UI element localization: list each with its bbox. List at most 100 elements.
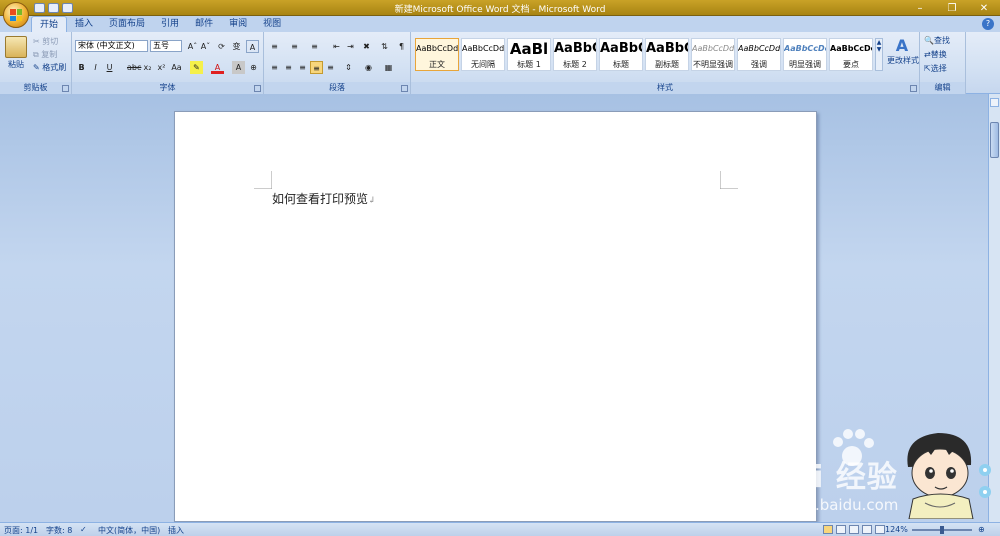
- font-color-icon[interactable]: A: [211, 61, 224, 74]
- shrink-font-icon[interactable]: Aˇ: [199, 40, 212, 53]
- find-icon: 🔍: [924, 36, 934, 45]
- style-heading-1[interactable]: AaBl 标题 1: [507, 38, 551, 71]
- align-right-icon[interactable]: ≡: [296, 61, 309, 74]
- bold-icon[interactable]: B: [75, 61, 88, 74]
- full-screen-reading-icon[interactable]: [836, 525, 846, 534]
- highlight-icon[interactable]: ✎: [190, 61, 203, 74]
- char-border-icon[interactable]: A: [246, 40, 259, 53]
- document-text[interactable]: 如何查看打印预览↲: [272, 190, 376, 207]
- tab-home[interactable]: 开始: [31, 16, 68, 32]
- justify-icon[interactable]: ≡: [310, 61, 323, 74]
- style-emphasis[interactable]: AaBbCcDd 强调: [737, 38, 781, 71]
- tab-references[interactable]: 引用: [153, 16, 187, 32]
- paste-button[interactable]: 粘贴: [8, 59, 24, 70]
- document-page[interactable]: 如何查看打印预览↲: [174, 111, 817, 522]
- styles-launcher-icon[interactable]: [910, 85, 917, 92]
- zoom-slider-thumb[interactable]: [940, 526, 944, 534]
- page-count[interactable]: 页面: 1/1: [4, 525, 38, 536]
- language-indicator[interactable]: 中文(简体，中国): [98, 525, 160, 536]
- minimize-icon[interactable]: –: [904, 0, 936, 16]
- paragraph-launcher-icon[interactable]: [401, 85, 408, 92]
- clear-format-icon[interactable]: ⟳: [215, 40, 228, 53]
- borders-icon[interactable]: ▦: [382, 61, 395, 74]
- proofing-icon[interactable]: ✓: [80, 525, 87, 534]
- enclose-char-icon[interactable]: ⊕: [247, 61, 260, 74]
- replace-button[interactable]: ⇄替换: [924, 49, 947, 60]
- line-spacing-icon[interactable]: ⇕: [342, 61, 355, 74]
- paragraph-mark-icon: ↲: [368, 196, 376, 206]
- style-intense-emphasis[interactable]: AaBbCcDc 明显强调: [783, 38, 827, 71]
- distribute-icon[interactable]: ≡: [324, 61, 337, 74]
- office-button-icon[interactable]: [3, 2, 29, 28]
- char-shading-icon[interactable]: A: [232, 61, 245, 74]
- phonetic-guide-icon[interactable]: 变: [230, 40, 243, 53]
- font-name-select[interactable]: 宋体 (中文正文): [75, 40, 148, 52]
- maximize-icon[interactable]: ❐: [936, 0, 968, 16]
- change-case-icon[interactable]: Aa: [170, 61, 183, 74]
- style-heading-2[interactable]: AaBbC标题 2: [553, 38, 597, 71]
- cut-button[interactable]: ✂ 剪切: [33, 36, 58, 47]
- numbering-icon[interactable]: ≡: [288, 40, 301, 53]
- status-bar: 页面: 1/1 字数: 8 ✓ 中文(简体，中国) 插入 124% ⊕: [0, 522, 1000, 536]
- styles-scroll-icon[interactable]: ▲ ▼: [875, 38, 883, 71]
- style-subtle-emphasis[interactable]: AaBbCcDd 不明显强调: [691, 38, 735, 71]
- select-button[interactable]: ⇱选择: [924, 63, 947, 74]
- copy-button[interactable]: ⧉ 复制: [33, 49, 57, 60]
- web-layout-icon[interactable]: [849, 525, 859, 534]
- style-strong[interactable]: AaBbCcDc 要点: [829, 38, 873, 71]
- close-icon[interactable]: ✕: [968, 0, 1000, 16]
- ribbon-tabs-bar: 开始 插入 页面布局 引用 邮件 审阅 视图 ?: [0, 16, 1000, 32]
- change-styles-icon: A: [895, 36, 909, 55]
- styles-group-label: 样式: [411, 82, 919, 94]
- clipboard-group: 粘贴 ✂ 剪切 ⧉ 复制 ✎ 格式刷 剪贴板: [0, 32, 72, 94]
- change-styles-button[interactable]: A 更改样式: [887, 36, 919, 66]
- title-bar: 新建Microsoft Office Word 文档 - Microsoft W…: [0, 0, 1000, 16]
- grow-font-icon[interactable]: Aˆ: [186, 40, 199, 53]
- editing-group-label: 编辑: [920, 82, 965, 94]
- sort-icon[interactable]: ⇅: [378, 40, 391, 53]
- underline-icon[interactable]: U: [103, 61, 116, 74]
- style-normal[interactable]: AaBbCcDd 正文: [415, 38, 459, 71]
- print-layout-view-icon[interactable]: [823, 525, 833, 534]
- subscript-icon[interactable]: x₂: [141, 61, 154, 74]
- multilevel-list-icon[interactable]: ≡: [308, 40, 321, 53]
- ruler-toggle-icon[interactable]: [990, 98, 999, 107]
- outline-view-icon[interactable]: [862, 525, 872, 534]
- word-count[interactable]: 字数: 8: [46, 525, 72, 536]
- tab-view[interactable]: 视图: [255, 16, 289, 32]
- style-no-spacing[interactable]: AaBbCcDd 无间隔: [461, 38, 505, 71]
- find-button[interactable]: 🔍查找: [924, 35, 950, 46]
- format-painter-button[interactable]: ✎ 格式刷: [33, 62, 66, 73]
- font-launcher-icon[interactable]: [254, 85, 261, 92]
- align-center-icon[interactable]: ≡: [282, 61, 295, 74]
- paste-icon[interactable]: [5, 36, 27, 58]
- zoom-in-icon[interactable]: ⊕: [978, 525, 985, 534]
- decrease-indent-icon[interactable]: ⇤: [330, 40, 343, 53]
- insert-mode[interactable]: 插入: [168, 525, 184, 536]
- strikethrough-icon[interactable]: abc: [127, 61, 141, 74]
- help-icon[interactable]: ?: [982, 18, 994, 30]
- font-group: 宋体 (中文正文) 五号 Aˆ Aˇ ⟳ 变 A B I U abc x₂ x²…: [72, 32, 264, 94]
- clipboard-launcher-icon[interactable]: [62, 85, 69, 92]
- superscript-icon[interactable]: x²: [155, 61, 168, 74]
- style-title[interactable]: AaBbC标题: [599, 38, 643, 71]
- margin-corner-top-left: [254, 171, 272, 189]
- tab-mailings[interactable]: 邮件: [187, 16, 221, 32]
- scrollbar-thumb[interactable]: [990, 122, 999, 158]
- tab-review[interactable]: 审阅: [221, 16, 255, 32]
- italic-icon[interactable]: I: [89, 61, 102, 74]
- draft-view-icon[interactable]: [875, 525, 885, 534]
- show-marks-icon[interactable]: ¶: [395, 40, 408, 53]
- chinese-layout-icon[interactable]: ✖: [360, 40, 373, 53]
- font-group-label: 字体: [72, 82, 263, 94]
- tab-page-layout[interactable]: 页面布局: [101, 16, 153, 32]
- window-title: 新建Microsoft Office Word 文档 - Microsoft W…: [394, 5, 606, 15]
- zoom-level[interactable]: 124%: [885, 525, 908, 534]
- shading-icon[interactable]: ◉: [362, 61, 375, 74]
- style-subtitle[interactable]: AaBbC副标题: [645, 38, 689, 71]
- bullets-icon[interactable]: ≡: [268, 40, 281, 53]
- increase-indent-icon[interactable]: ⇥: [344, 40, 357, 53]
- font-size-select[interactable]: 五号: [150, 40, 182, 52]
- align-left-icon[interactable]: ≡: [268, 61, 281, 74]
- tab-insert[interactable]: 插入: [67, 16, 101, 32]
